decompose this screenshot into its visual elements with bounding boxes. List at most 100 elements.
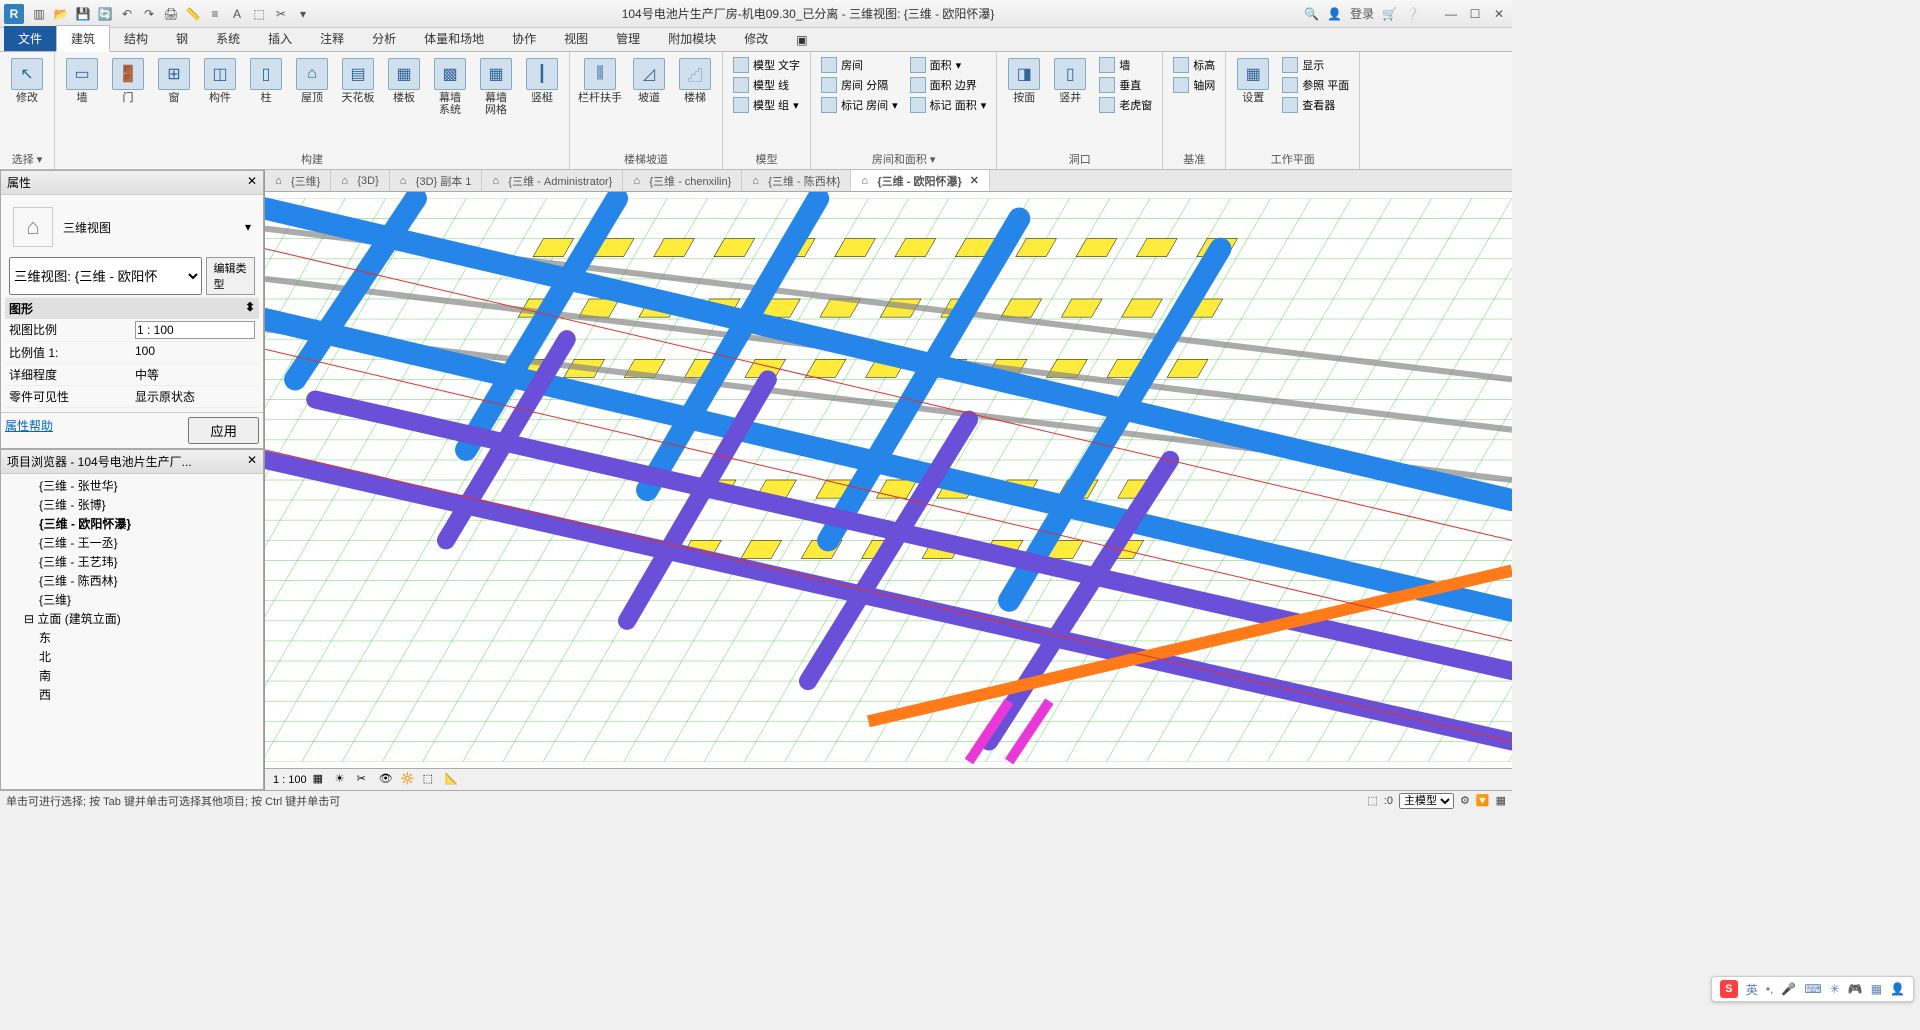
- window-button[interactable]: ⊞窗: [153, 56, 195, 106]
- model-text-button[interactable]: 模型 文字: [729, 56, 804, 74]
- close-icon[interactable]: ✕: [247, 174, 257, 191]
- edit-type-button[interactable]: 编辑类型: [206, 257, 255, 295]
- ime-icon[interactable]: ▦: [1871, 982, 1882, 996]
- view-tab[interactable]: ⌂{三维 - 陈西林}: [742, 170, 851, 191]
- tab-annotate[interactable]: 注释: [306, 26, 358, 51]
- login-link[interactable]: 登录: [1350, 5, 1374, 22]
- viewer-button[interactable]: 查看器: [1278, 96, 1353, 114]
- tab-structure[interactable]: 结构: [110, 26, 162, 51]
- floor-button[interactable]: ▦楼板: [383, 56, 425, 106]
- by-face-button[interactable]: ◨按面: [1003, 56, 1045, 106]
- ime-icon[interactable]: ✳: [1830, 982, 1840, 996]
- 3d-icon[interactable]: ⬚: [250, 5, 268, 23]
- tree-item[interactable]: {三维 - 王艺玮}: [9, 552, 255, 571]
- properties-help-link[interactable]: 属性帮助: [5, 417, 53, 444]
- ime-lang[interactable]: 英: [1746, 981, 1758, 998]
- status-icon[interactable]: ▦: [1496, 794, 1506, 807]
- section-icon[interactable]: ✂: [272, 5, 290, 23]
- component-button[interactable]: ◫构件: [199, 56, 241, 106]
- close-button[interactable]: ✕: [1490, 7, 1508, 21]
- redo-icon[interactable]: ↷: [140, 5, 158, 23]
- grid-button[interactable]: 轴网: [1169, 76, 1219, 94]
- model-line-button[interactable]: 模型 线: [729, 76, 804, 94]
- ramp-button[interactable]: ◿坡道: [628, 56, 670, 106]
- view-tab[interactable]: ⌂{三维 - chenxilin}: [623, 170, 742, 191]
- column-button[interactable]: ▯柱: [245, 56, 287, 106]
- railing-button[interactable]: ⫼栏杆扶手: [576, 56, 624, 106]
- tree-item[interactable]: 东: [9, 628, 255, 647]
- mullion-button[interactable]: ┃竖梃: [521, 56, 563, 106]
- undo-icon[interactable]: ↶: [118, 5, 136, 23]
- show-button[interactable]: 显示: [1278, 56, 1353, 74]
- tree-item[interactable]: {三维 - 王一丞}: [9, 533, 255, 552]
- view-tab[interactable]: ⌂{三维 - Administrator}: [482, 170, 623, 191]
- minimize-button[interactable]: —: [1442, 7, 1460, 21]
- sync-icon[interactable]: 🔄: [96, 5, 114, 23]
- tab-collaborate[interactable]: 协作: [498, 26, 550, 51]
- ime-keyboard-icon[interactable]: ⌨: [1804, 982, 1821, 996]
- user-icon[interactable]: 👤: [1327, 7, 1342, 21]
- modify-button[interactable]: ↖修改: [6, 56, 48, 106]
- tab-analyze[interactable]: 分析: [358, 26, 410, 51]
- tab-view[interactable]: 视图: [550, 26, 602, 51]
- ime-icon[interactable]: 🎮: [1848, 982, 1863, 996]
- tag-area-button[interactable]: 标记 面积 ▾: [906, 96, 991, 114]
- shaft-button[interactable]: ▯竖井: [1049, 56, 1091, 106]
- tab-extra-icon[interactable]: ▣: [782, 29, 821, 51]
- curtain-grid-button[interactable]: ▦幕墙 网格: [475, 56, 517, 118]
- qat-icon[interactable]: ▥: [30, 5, 48, 23]
- tree-item[interactable]: 南: [9, 666, 255, 685]
- dormer-button[interactable]: 老虎窗: [1095, 96, 1156, 114]
- open-icon[interactable]: 📂: [52, 5, 70, 23]
- model-group-button[interactable]: 模型 组 ▾: [729, 96, 804, 114]
- ime-icon[interactable]: 👤: [1890, 982, 1905, 996]
- tab-manage[interactable]: 管理: [602, 26, 654, 51]
- room-button[interactable]: 房间: [817, 56, 902, 74]
- tree-item[interactable]: {三维 - 陈西林}: [9, 571, 255, 590]
- text-icon[interactable]: A: [228, 5, 246, 23]
- status-icon[interactable]: ⚙: [1460, 794, 1470, 807]
- help-icon[interactable]: ❔: [1405, 7, 1420, 21]
- stair-button[interactable]: 𓊍楼梯: [674, 56, 716, 106]
- view-scale-input[interactable]: [135, 321, 255, 339]
- ceiling-button[interactable]: ▤天花板: [337, 56, 379, 106]
- align-icon[interactable]: ≡: [206, 5, 224, 23]
- viewport-3d[interactable]: [265, 192, 1512, 768]
- view-tab[interactable]: ⌂{3D} 副本 1: [390, 170, 483, 191]
- tab-architecture[interactable]: 建筑: [56, 25, 110, 52]
- save-icon[interactable]: 💾: [74, 5, 92, 23]
- search-icon[interactable]: 🔍: [1304, 7, 1319, 21]
- vertical-button[interactable]: 垂直: [1095, 76, 1156, 94]
- vc-icon[interactable]: ✂: [357, 772, 373, 788]
- roof-button[interactable]: ⌂屋顶: [291, 56, 333, 106]
- wall-opening-button[interactable]: 墙: [1095, 56, 1156, 74]
- tree-item-selected[interactable]: {三维 - 欧阳怀瀑}: [9, 514, 255, 533]
- door-button[interactable]: 🚪门: [107, 56, 149, 106]
- maximize-button[interactable]: ☐: [1466, 7, 1484, 21]
- view-tab[interactable]: ⌂{3D}: [331, 170, 389, 191]
- vc-icon[interactable]: ☀: [335, 772, 351, 788]
- close-icon[interactable]: ✕: [247, 453, 257, 470]
- status-icon[interactable]: 🔽: [1476, 794, 1490, 807]
- tree-item[interactable]: 北: [9, 647, 255, 666]
- ime-mic-icon[interactable]: 🎤: [1781, 982, 1796, 996]
- scale-display[interactable]: 1 : 100: [273, 774, 307, 786]
- tab-massing[interactable]: 体量和场地: [410, 26, 498, 51]
- tree-group[interactable]: ⊟ 立面 (建筑立面): [9, 609, 255, 628]
- workset-selector[interactable]: 主模型: [1399, 793, 1454, 809]
- print-icon[interactable]: 🖨: [162, 5, 180, 23]
- vc-icon[interactable]: ⬚: [423, 772, 439, 788]
- graphics-group-header[interactable]: 图形⬍: [5, 298, 259, 319]
- curtain-system-button[interactable]: ▩幕墙 系统: [429, 56, 471, 118]
- tree-item[interactable]: 西: [9, 685, 255, 704]
- status-icon[interactable]: ⬚: [1367, 794, 1377, 807]
- tree-item[interactable]: {三维 - 张世华}: [9, 476, 255, 495]
- set-button[interactable]: ▦设置: [1232, 56, 1274, 106]
- tab-file[interactable]: 文件: [4, 26, 56, 51]
- type-dropdown-icon[interactable]: ▾: [245, 220, 251, 234]
- view-tab-active[interactable]: ⌂{三维 - 欧阳怀瀑}✕: [851, 170, 990, 191]
- vc-icon[interactable]: 👁: [379, 772, 395, 788]
- view-tab[interactable]: ⌂{三维}: [265, 170, 331, 191]
- wall-button[interactable]: ▭墙: [61, 56, 103, 106]
- sogou-logo-icon[interactable]: S: [1720, 980, 1738, 998]
